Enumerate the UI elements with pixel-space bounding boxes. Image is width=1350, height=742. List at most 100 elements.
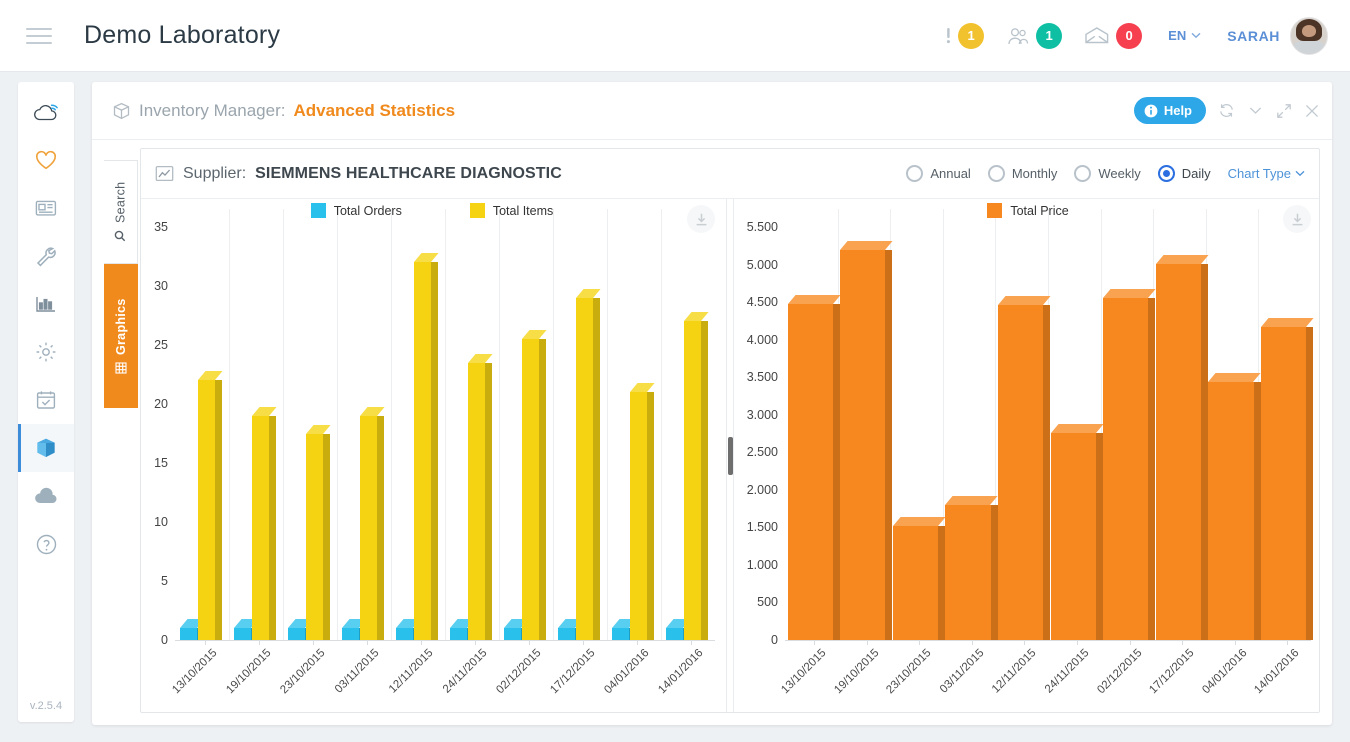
bar[interactable] xyxy=(396,619,421,640)
x-axis-tick xyxy=(204,640,206,645)
bar[interactable] xyxy=(945,495,999,640)
sidebar-item-tools[interactable] xyxy=(18,232,74,280)
bar[interactable] xyxy=(840,240,894,640)
bar[interactable] xyxy=(1103,288,1157,640)
bar[interactable] xyxy=(1261,317,1314,640)
users-group[interactable]: 1 xyxy=(1006,22,1063,49)
messages-badge[interactable]: 0 xyxy=(1116,22,1143,49)
download-chart-left-icon[interactable] xyxy=(687,205,715,233)
bar[interactable] xyxy=(1208,372,1262,640)
legend-item[interactable]: Total Price xyxy=(987,203,1069,218)
radio-daily-indicator[interactable] xyxy=(1157,165,1175,182)
bar[interactable] xyxy=(251,406,277,640)
x-axis-label: 04/01/2016 xyxy=(601,647,652,697)
alerts-badge[interactable]: 1 xyxy=(958,22,985,49)
bar[interactable] xyxy=(558,619,583,640)
help-circle-icon xyxy=(36,534,56,554)
x-axis-label: 04/01/2016 xyxy=(1200,647,1250,697)
tab-search[interactable]: Search xyxy=(104,160,138,264)
y-axis-label: 10 xyxy=(154,515,168,529)
hamburger-menu-icon[interactable] xyxy=(26,23,52,49)
refresh-icon[interactable] xyxy=(1218,102,1235,119)
bar[interactable] xyxy=(612,619,637,640)
sidebar-item-settings[interactable] xyxy=(18,328,74,376)
legend-item[interactable]: Total Items xyxy=(469,203,553,218)
bar[interactable] xyxy=(1155,254,1209,640)
bar[interactable] xyxy=(892,516,946,640)
search-icon xyxy=(115,230,126,242)
x-axis-label: 12/11/2015 xyxy=(386,647,436,696)
bar[interactable] xyxy=(197,371,223,640)
y-axis-label: 2.000 xyxy=(746,482,778,497)
page-title: Inventory Manager: Advanced Statistics xyxy=(112,101,455,121)
help-button-label: Help xyxy=(1163,103,1192,118)
sidebar-item-reports[interactable] xyxy=(18,280,74,328)
x-axis-label: 02/12/2015 xyxy=(1094,647,1145,697)
bar[interactable] xyxy=(787,294,841,640)
expand-icon[interactable] xyxy=(1276,103,1292,119)
users-badge[interactable]: 1 xyxy=(1036,22,1063,49)
user-name[interactable]: SARAH xyxy=(1227,28,1280,44)
alerts-group[interactable]: 1 xyxy=(945,22,985,49)
download-chart-right-icon[interactable] xyxy=(1283,205,1311,233)
module-page-title: Advanced Statistics xyxy=(293,100,456,120)
bar[interactable] xyxy=(504,619,529,640)
close-icon[interactable] xyxy=(1304,103,1320,119)
bar[interactable] xyxy=(575,288,601,640)
bar[interactable] xyxy=(288,619,313,640)
bar[interactable] xyxy=(521,330,547,640)
sidebar-item-favorites[interactable] xyxy=(18,136,74,184)
splitter-grip[interactable] xyxy=(727,436,733,475)
bar[interactable] xyxy=(998,296,1051,640)
avatar[interactable] xyxy=(1290,16,1328,55)
legend-item[interactable]: Total Orders xyxy=(310,203,402,218)
box-icon xyxy=(37,438,55,457)
bar[interactable] xyxy=(413,253,439,640)
radio-annual-indicator[interactable] xyxy=(906,165,924,182)
y-axis-label: 25 xyxy=(154,338,168,352)
y-axis-label: 500 xyxy=(757,595,778,610)
messages-group[interactable]: 0 xyxy=(1084,22,1143,49)
bar[interactable] xyxy=(467,353,493,640)
bar[interactable] xyxy=(342,619,367,640)
sidebar-item-news[interactable] xyxy=(18,184,74,232)
bar[interactable] xyxy=(666,619,691,640)
sidebar-item-cloud[interactable] xyxy=(18,472,74,520)
bar[interactable] xyxy=(629,383,655,640)
y-axis-label: 4.000 xyxy=(746,332,778,347)
y-axis-label: 20 xyxy=(154,397,168,411)
bar[interactable] xyxy=(305,424,331,640)
x-axis-label: 24/11/2015 xyxy=(440,647,490,696)
sidebar-item-calendar[interactable] xyxy=(18,376,74,424)
bar[interactable] xyxy=(180,619,205,640)
radio-daily[interactable]: Daily xyxy=(1157,165,1211,182)
bar[interactable] xyxy=(234,619,259,640)
x-axis-tick xyxy=(312,640,314,645)
radio-monthly-indicator[interactable] xyxy=(987,165,1005,182)
sidebar-item-cloud-wifi[interactable] xyxy=(18,88,74,136)
bar[interactable] xyxy=(450,619,475,640)
statistics-card: Inventory Manager: Advanced Statistics H… xyxy=(92,82,1332,725)
x-axis-label: 24/11/2015 xyxy=(1042,647,1092,696)
x-axis-tick xyxy=(366,640,368,645)
language-selector[interactable]: EN xyxy=(1168,28,1201,43)
chart-plot-right: 0 500 1.000 1.500 2.000 2.500 3.000 3.500 4.000 4… xyxy=(737,199,1319,712)
radio-weekly[interactable]: Weekly xyxy=(1074,165,1141,182)
radio-weekly-indicator[interactable] xyxy=(1074,165,1092,182)
sidebar-item-inventory[interactable] xyxy=(18,424,74,472)
tab-graphics[interactable]: Graphics xyxy=(104,264,138,408)
chart-type-dropdown[interactable]: Chart Type xyxy=(1228,166,1305,181)
help-button[interactable]: Help xyxy=(1133,97,1206,124)
radio-monthly[interactable]: Monthly xyxy=(987,165,1057,182)
y-axis-label: 0 xyxy=(161,633,168,647)
chevron-down-icon[interactable] xyxy=(1247,102,1264,119)
radio-annual[interactable]: Annual xyxy=(906,165,971,182)
sidebar-item-help[interactable] xyxy=(18,520,74,568)
bar[interactable] xyxy=(359,406,385,640)
chart-splitter[interactable] xyxy=(723,199,737,712)
bar[interactable] xyxy=(1050,423,1104,640)
radio-annual-label: Annual xyxy=(930,166,971,181)
gridline xyxy=(391,209,392,640)
bar[interactable] xyxy=(683,312,709,640)
app-version: v.2.5.4 xyxy=(29,700,63,712)
